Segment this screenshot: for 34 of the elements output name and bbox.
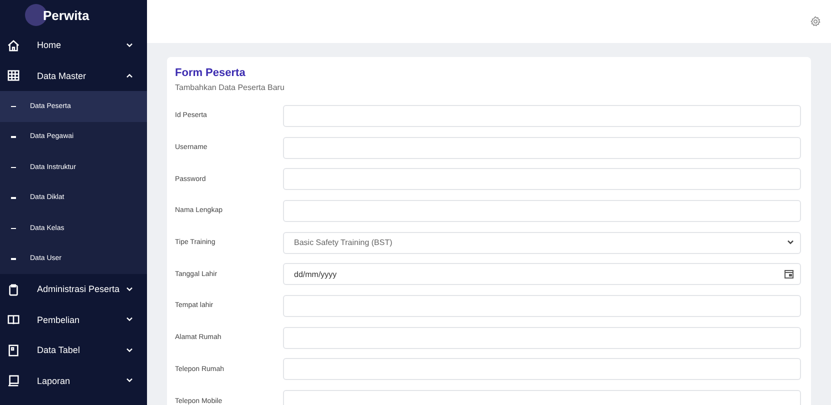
brand-name: Perwita: [43, 8, 90, 22]
input-field[interactable]: [283, 326, 801, 349]
input-field[interactable]: [283, 104, 801, 127]
input-field[interactable]: [283, 200, 801, 222]
calendar-icon: [784, 269, 794, 280]
input-field[interactable]: [283, 358, 801, 380]
form-title: Form Peserta: [175, 67, 246, 79]
chevron-down-icon: [126, 378, 133, 384]
date-field[interactable]: dd/mm/yyyy: [283, 263, 801, 286]
book-icon: [7, 313, 20, 326]
chevron-down-icon: [126, 348, 133, 353]
home-icon: [7, 38, 20, 52]
select-field[interactable]: Basic Safety Training (BST): [283, 232, 801, 254]
clipboard-icon: [7, 282, 20, 296]
form-subtitle: Tambahkan Data Peserta Baru: [175, 83, 286, 92]
input-field[interactable]: [283, 294, 801, 317]
nav-item[interactable]: Data Tabel: [0, 335, 147, 366]
nav-item[interactable]: Data Master: [0, 60, 147, 91]
chevron-down-icon: [787, 240, 794, 246]
grid-icon: [7, 69, 20, 82]
input-field[interactable]: [283, 136, 801, 159]
input-field[interactable]: [283, 168, 801, 190]
chevron-up-icon: [126, 73, 133, 78]
settings-icon[interactable]: [810, 16, 821, 27]
chevron-down-icon: [126, 286, 133, 292]
nav-item[interactable]: Laporan: [0, 366, 147, 396]
document-icon: [7, 344, 20, 357]
nav-item[interactable]: Home: [0, 30, 147, 60]
nav-item[interactable]: Pembelian: [0, 304, 147, 335]
nav-item[interactable]: Administrasi Peserta: [0, 274, 147, 304]
chevron-down-icon: [126, 42, 133, 48]
chevron-down-icon: [126, 317, 133, 322]
date-placeholder: dd/mm/yyyy: [294, 270, 337, 279]
monitor-icon: [7, 374, 20, 388]
